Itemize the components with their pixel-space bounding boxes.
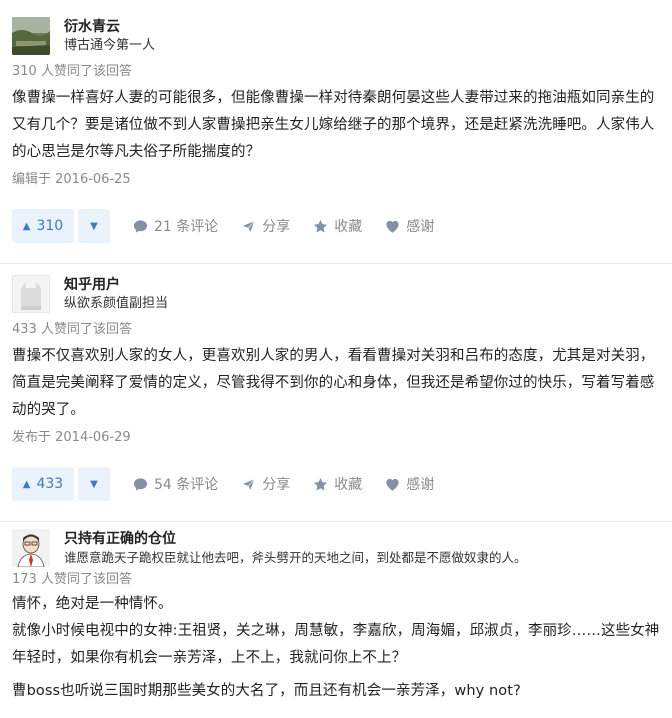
comment-button[interactable]: 21 条评论 (132, 216, 218, 236)
star-icon (312, 218, 328, 234)
answer-card: 衍水青云 博古通今第一人 310 人赞同了该回答 像曹操一样喜好人妻的可能很多，… (0, 0, 672, 263)
comment-count: 21 条评论 (154, 219, 219, 235)
thanks-label: 感谢 (406, 477, 435, 493)
triangle-down-icon: ▼ (90, 478, 98, 490)
star-icon (312, 476, 328, 492)
share-button[interactable]: 分享 (240, 216, 290, 236)
comment-count: 54 条评论 (154, 477, 219, 493)
answer-date[interactable]: 发布于 2014-06-29 (12, 429, 660, 447)
thanks-button[interactable]: 感谢 (384, 474, 434, 494)
author-name[interactable]: 只持有正确的仓位 (64, 530, 527, 549)
answer-content: 曹操不仅喜欢别人家的女人，更喜欢别人家的男人，看看曹操对关羽和吕布的态度，尤其是… (12, 343, 660, 424)
action-bar: ▲ 433 ▼ 54 条评论 分享 收藏 感谢 (12, 467, 660, 501)
answer-card: 只持有正确的仓位 谁愿意跪天子跪权臣就让他去吧，斧头劈开的天地之间，到处都是不愿… (0, 521, 672, 705)
author-row: 衍水青云 博古通今第一人 (12, 17, 660, 55)
author-name[interactable]: 衍水青云 (64, 18, 155, 37)
author-avatar[interactable] (12, 17, 50, 55)
answer-paragraph: 就像小时候电视中的女神:王祖贤，关之琳，周慧敏，李嘉欣，周海媚，邱淑贞，李丽珍…… (12, 623, 660, 666)
answer-content: 情怀，绝对是一种情怀。 就像小时候电视中的女神:王祖贤，关之琳，周慧敏，李嘉欣，… (12, 591, 660, 705)
author-name[interactable]: 知乎用户 (64, 276, 168, 295)
thanks-button[interactable]: 感谢 (384, 216, 434, 236)
upvote-count: 433 (36, 476, 64, 492)
answer-paragraph: 曹boss也听说三国时期那些美女的大名了，而且还有机会一亲芳泽，why not? (12, 683, 521, 699)
comment-icon (132, 476, 148, 492)
author-avatar[interactable] (12, 529, 50, 567)
share-icon (240, 476, 256, 492)
share-label: 分享 (262, 477, 291, 493)
favorite-label: 收藏 (334, 219, 363, 235)
heart-icon (384, 476, 400, 492)
favorite-label: 收藏 (334, 477, 363, 493)
upvote-count: 310 (36, 218, 64, 234)
author-avatar[interactable] (12, 275, 50, 313)
upvote-button[interactable]: ▲ 433 (12, 467, 74, 501)
author-bio: 博古通今第一人 (64, 37, 156, 53)
share-icon (240, 218, 256, 234)
upvote-button[interactable]: ▲ 310 (12, 209, 74, 243)
share-label: 分享 (262, 219, 291, 235)
share-button[interactable]: 分享 (240, 474, 290, 494)
answer-date[interactable]: 编辑于 2016-06-25 (12, 171, 660, 189)
author-row: 只持有正确的仓位 谁愿意跪天子跪权臣就让他去吧，斧头劈开的天地之间，到处都是不愿… (12, 529, 660, 567)
vote-count-line: 433 人赞同了该回答 (12, 322, 132, 337)
heart-icon (384, 218, 400, 234)
action-bar: ▲ 310 ▼ 21 条评论 分享 收藏 感谢 (12, 209, 660, 243)
comment-icon (132, 218, 148, 234)
triangle-up-icon: ▲ (22, 478, 31, 490)
vote-count-line: 310 人赞同了该回答 (12, 64, 132, 79)
author-row: 知乎用户 纵欲系颜值副担当 (12, 275, 660, 313)
vote-count-line: 173 人赞同了该回答 (12, 572, 132, 587)
comment-button[interactable]: 54 条评论 (132, 474, 218, 494)
answer-paragraph: 曹操不仅喜欢别人家的女人，更喜欢别人家的男人，看看曹操对关羽和吕布的态度，尤其是… (12, 348, 655, 418)
downvote-button[interactable]: ▼ (78, 209, 110, 243)
answer-card: 知乎用户 纵欲系颜值副担当 433 人赞同了该回答 曹操不仅喜欢别人家的女人，更… (0, 263, 672, 521)
downvote-button[interactable]: ▼ (78, 467, 110, 501)
favorite-button[interactable]: 收藏 (312, 216, 362, 236)
author-bio: 纵欲系颜值副担当 (64, 295, 169, 311)
triangle-up-icon: ▲ (22, 220, 31, 232)
thanks-label: 感谢 (406, 219, 435, 235)
answer-content: 像曹操一样喜好人妻的可能很多，但能像曹操一样对待秦朗何晏这些人妻带过来的拖油瓶如… (12, 85, 660, 166)
author-bio: 谁愿意跪天子跪权臣就让他去吧，斧头劈开的天地之间，到处都是不愿做奴隶的人。 (64, 549, 527, 565)
favorite-button[interactable]: 收藏 (312, 474, 362, 494)
answer-paragraph: 像曹操一样喜好人妻的可能很多，但能像曹操一样对待秦朗何晏这些人妻带过来的拖油瓶如… (12, 90, 655, 160)
answer-paragraph: 情怀，绝对是一种情怀。 (12, 596, 173, 612)
triangle-down-icon: ▼ (90, 220, 98, 232)
